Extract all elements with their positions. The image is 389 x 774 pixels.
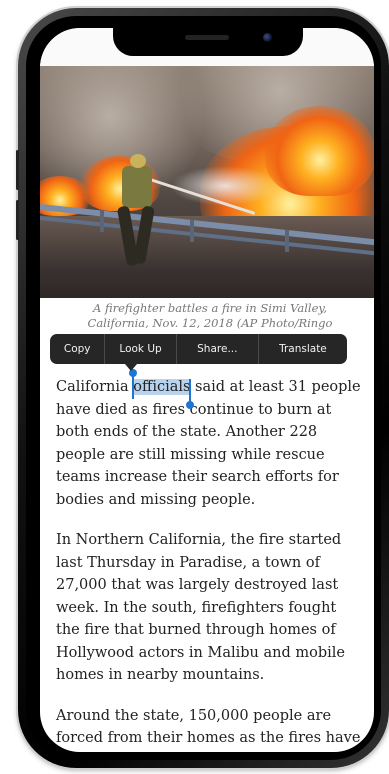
side-button	[16, 150, 19, 190]
firefighter	[122, 166, 152, 208]
article-paragraph[interactable]: Around the state, 150,000 people are for…	[56, 705, 364, 750]
road	[40, 216, 374, 298]
translate-menu-item[interactable]: Translate	[259, 334, 347, 364]
article-paragraph[interactable]: In Northern California, the fire started…	[56, 529, 364, 687]
copy-menu-item[interactable]: Copy	[50, 334, 106, 364]
article-paragraph[interactable]: California officials said at least 31 pe…	[56, 369, 364, 511]
share-menu-item[interactable]: Share...	[177, 334, 259, 364]
selection-start-handle[interactable]	[129, 369, 138, 399]
look-up-menu-item[interactable]: Look Up	[105, 334, 177, 364]
side-button	[16, 200, 19, 240]
selected-word[interactable]: officials	[129, 369, 195, 409]
text-context-menu: Copy Look Up Share... Translate	[50, 334, 347, 364]
speaker-grille	[185, 35, 229, 40]
photo-caption: A firefighter battles a fire in Simi Val…	[87, 301, 333, 330]
fire-icon	[265, 106, 374, 196]
front-camera	[263, 33, 272, 42]
notch	[113, 28, 303, 56]
article-photo	[40, 66, 374, 298]
selection-end-handle[interactable]	[186, 379, 195, 409]
menu-pointer	[125, 364, 137, 371]
article-body: California officials said at least 31 pe…	[56, 369, 364, 752]
phone-screen: A firefighter battles a fire in Simi Val…	[40, 28, 374, 752]
